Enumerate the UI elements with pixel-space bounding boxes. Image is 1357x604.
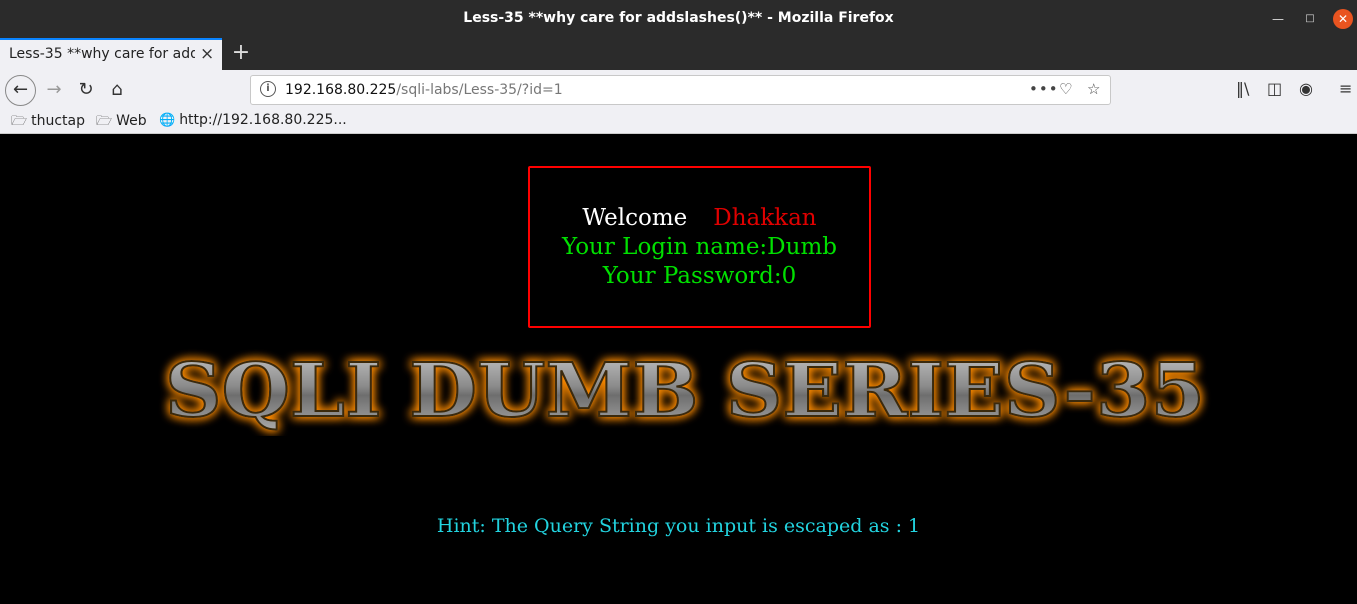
username-display: Dhakkan xyxy=(713,205,817,231)
url-text[interactable]: 192.168.80.225/sqli-labs/Less-35/?id=1 xyxy=(285,82,563,98)
pocket-icon[interactable]: ♡ xyxy=(1059,80,1072,98)
tab-strip: Less-35 **why care for addslashes()** × … xyxy=(0,38,1357,70)
url-path: /sqli-labs/Less-35/?id=1 xyxy=(396,82,563,98)
window-titlebar: Less-35 **why care for addslashes()** - … xyxy=(0,0,1357,38)
tab-label: Less-35 **why care for addslashes()** xyxy=(9,46,195,62)
bookmark-label: Web xyxy=(116,113,147,129)
tab-less-35[interactable]: Less-35 **why care for addslashes()** × xyxy=(0,38,222,70)
bookmark-label: http://192.168.80.225... xyxy=(179,112,347,128)
bookmark-label: thuctap xyxy=(31,113,86,129)
bookmark-star-icon[interactable]: ☆ xyxy=(1087,80,1100,98)
account-icon[interactable]: ◉ xyxy=(1299,79,1313,98)
series-banner-image: SQLI DUMB SERIES-35 xyxy=(164,347,1206,435)
maximize-icon[interactable]: □ xyxy=(1300,9,1320,29)
url-bar[interactable]: i 192.168.80.225/sqli-labs/Less-35/?id=1… xyxy=(250,75,1111,105)
site-info-icon[interactable]: i xyxy=(260,81,276,97)
new-tab-icon[interactable]: + xyxy=(230,40,252,65)
page-actions-icon[interactable]: ••• xyxy=(1029,80,1059,98)
bookmarks-toolbar: 🗁 thuctap 🗁 Web 🌐 http://192.168.80.225... xyxy=(0,110,1357,134)
minimize-icon[interactable]: — xyxy=(1268,9,1288,29)
hint-text: Hint: The Query String you input is esca… xyxy=(436,515,921,537)
welcome-line: Welcome Dhakkan xyxy=(530,205,869,231)
password-text: Your Password:0 xyxy=(602,263,797,289)
window-title: Less-35 **why care for addslashes()** - … xyxy=(463,10,894,26)
banner-text: SQLI DUMB SERIES-35 xyxy=(165,348,1205,434)
sidebar-icon[interactable]: ◫ xyxy=(1267,79,1282,98)
welcome-text: Welcome xyxy=(582,205,688,231)
forward-arrow-icon[interactable]: → xyxy=(40,76,68,104)
tab-close-icon[interactable]: × xyxy=(200,44,214,64)
navigation-toolbar: ← → ↻ ⌂ i 192.168.80.225/sqli-labs/Less-… xyxy=(0,70,1357,110)
folder-icon: 🗁 xyxy=(96,114,113,129)
reload-icon[interactable]: ↻ xyxy=(72,76,100,104)
library-icon[interactable]: ‖\ xyxy=(1236,79,1249,98)
bookmark-ip[interactable]: 🌐 http://192.168.80.225... xyxy=(159,112,347,128)
login-name-text: Your Login name:Dumb xyxy=(562,234,837,260)
bookmark-thuctap[interactable]: 🗁 thuctap xyxy=(11,112,85,134)
folder-icon: 🗁 xyxy=(11,114,28,129)
url-host: 192.168.80.225 xyxy=(285,82,397,98)
bookmark-web[interactable]: 🗁 Web xyxy=(96,112,147,134)
login-result-box: Welcome Dhakkan Your Login name:Dumb Your… xyxy=(528,166,871,328)
hamburger-menu-icon[interactable]: ≡ xyxy=(1339,79,1352,98)
home-icon[interactable]: ⌂ xyxy=(103,76,131,104)
page-content: Welcome Dhakkan Your Login name:Dumb Your… xyxy=(0,134,1357,604)
back-arrow-icon[interactable]: ← xyxy=(5,75,36,106)
globe-icon: 🌐 xyxy=(159,113,176,128)
close-window-icon[interactable]: ✕ xyxy=(1333,9,1353,29)
